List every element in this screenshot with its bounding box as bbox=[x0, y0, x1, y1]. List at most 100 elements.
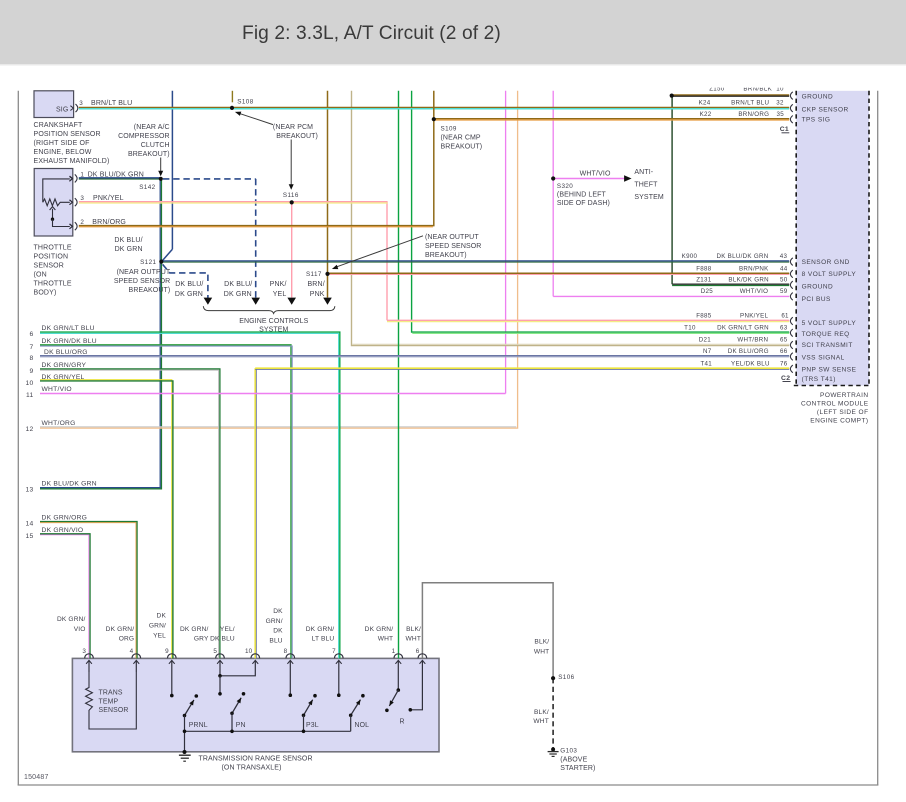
svg-text:PCI BUS: PCI BUS bbox=[802, 296, 831, 303]
svg-text:CRANKSHAFT: CRANKSHAFT bbox=[34, 122, 84, 129]
svg-text:GROUND: GROUND bbox=[802, 283, 834, 290]
svg-text:(TRS T41): (TRS T41) bbox=[802, 376, 836, 383]
svg-text:TPS SIG: TPS SIG bbox=[802, 116, 831, 123]
svg-text:WHT/VIO: WHT/VIO bbox=[42, 386, 72, 393]
svg-text:BREAKOUT): BREAKOUT) bbox=[129, 287, 171, 294]
svg-text:3: 3 bbox=[82, 648, 86, 655]
svg-text:65: 65 bbox=[780, 337, 788, 344]
svg-text:Z131: Z131 bbox=[696, 277, 712, 284]
svg-text:66: 66 bbox=[780, 348, 788, 355]
svg-text:DK: DK bbox=[157, 613, 167, 620]
svg-text:TORQUE REQ: TORQUE REQ bbox=[802, 331, 850, 338]
svg-text:GRN/: GRN/ bbox=[266, 618, 283, 625]
svg-text:BLK/: BLK/ bbox=[534, 639, 549, 646]
svg-text:15: 15 bbox=[26, 533, 34, 540]
svg-text:D21: D21 bbox=[699, 337, 712, 344]
svg-text:1: 1 bbox=[392, 648, 396, 655]
svg-text:S116: S116 bbox=[283, 192, 299, 199]
svg-text:DK GRN/: DK GRN/ bbox=[365, 626, 394, 633]
svg-text:DK BLU: DK BLU bbox=[210, 636, 235, 643]
svg-text:1: 1 bbox=[80, 171, 84, 178]
svg-text:3: 3 bbox=[79, 100, 83, 107]
svg-text:DK GRN/: DK GRN/ bbox=[106, 626, 135, 633]
svg-text:DK BLU/DK GRN: DK BLU/DK GRN bbox=[42, 481, 97, 488]
svg-text:ORG: ORG bbox=[119, 636, 134, 643]
svg-text:BREAKOUT): BREAKOUT) bbox=[441, 144, 483, 151]
svg-text:(NEAR OUTPUT: (NEAR OUTPUT bbox=[117, 269, 171, 276]
svg-text:SIG: SIG bbox=[56, 106, 69, 113]
svg-text:DK GRN/YEL: DK GRN/YEL bbox=[42, 374, 85, 381]
svg-text:YEL: YEL bbox=[273, 291, 287, 298]
svg-text:9: 9 bbox=[165, 648, 169, 655]
svg-text:PNP SW SENSE: PNP SW SENSE bbox=[802, 366, 857, 373]
svg-text:DK GRN: DK GRN bbox=[175, 291, 203, 298]
svg-text:BRN/LT BLU: BRN/LT BLU bbox=[91, 100, 132, 107]
svg-text:10: 10 bbox=[26, 380, 34, 387]
svg-text:13: 13 bbox=[26, 487, 34, 494]
svg-text:S320: S320 bbox=[557, 183, 573, 190]
svg-text:6: 6 bbox=[30, 331, 34, 338]
svg-text:TRANS: TRANS bbox=[99, 690, 123, 697]
svg-text:(ON: (ON bbox=[34, 271, 47, 278]
svg-text:4: 4 bbox=[130, 648, 134, 655]
svg-text:11: 11 bbox=[26, 392, 33, 399]
svg-text:6: 6 bbox=[416, 648, 420, 655]
svg-text:DK BLU/ORG: DK BLU/ORG bbox=[44, 349, 88, 356]
svg-text:BREAKOUT): BREAKOUT) bbox=[425, 252, 467, 259]
svg-text:S121: S121 bbox=[140, 259, 156, 266]
svg-text:DK GRN/: DK GRN/ bbox=[306, 626, 335, 633]
svg-text:SCI TRANSMIT: SCI TRANSMIT bbox=[802, 342, 853, 349]
svg-text:C1: C1 bbox=[780, 126, 789, 133]
svg-text:76: 76 bbox=[780, 361, 788, 368]
svg-text:5: 5 bbox=[213, 648, 217, 655]
svg-text:VIO: VIO bbox=[74, 626, 86, 633]
svg-text:K22: K22 bbox=[700, 111, 712, 118]
svg-text:THROTTLE: THROTTLE bbox=[34, 244, 72, 251]
svg-text:DK GRN/GRY: DK GRN/GRY bbox=[42, 362, 87, 369]
svg-text:BRN/PNK: BRN/PNK bbox=[739, 266, 769, 273]
svg-text:TRANSMISSION RANGE SENSOR: TRANSMISSION RANGE SENSOR bbox=[199, 755, 313, 762]
svg-text:T41: T41 bbox=[700, 361, 712, 368]
svg-text:ENGINE CONTROLS: ENGINE CONTROLS bbox=[239, 318, 308, 325]
svg-text:S142: S142 bbox=[139, 184, 155, 191]
svg-text:PNK/YEL: PNK/YEL bbox=[93, 195, 124, 202]
svg-text:DK GRN/VIO: DK GRN/VIO bbox=[42, 527, 84, 534]
svg-text:D25: D25 bbox=[701, 288, 714, 295]
svg-text:BODY): BODY) bbox=[34, 289, 57, 296]
svg-text:63: 63 bbox=[780, 324, 788, 331]
svg-text:K24: K24 bbox=[699, 100, 711, 107]
svg-text:PRNL: PRNL bbox=[189, 722, 208, 729]
svg-text:9: 9 bbox=[30, 368, 34, 375]
svg-text:DK BLU/: DK BLU/ bbox=[224, 281, 252, 288]
svg-text:N7: N7 bbox=[703, 348, 712, 355]
svg-text:WHT/ORG: WHT/ORG bbox=[42, 420, 76, 427]
svg-text:DK BLU/DK GRN: DK BLU/DK GRN bbox=[716, 253, 768, 260]
svg-text:BLK/DK GRN: BLK/DK GRN bbox=[728, 277, 768, 284]
svg-text:DK BLU/: DK BLU/ bbox=[175, 281, 203, 288]
svg-text:DK GRN/ORG: DK GRN/ORG bbox=[42, 515, 88, 522]
svg-text:(BEHIND LEFT: (BEHIND LEFT bbox=[557, 192, 607, 199]
svg-text:14: 14 bbox=[26, 521, 34, 528]
svg-text:R: R bbox=[400, 719, 405, 726]
svg-text:NOL: NOL bbox=[355, 722, 370, 729]
svg-text:VSS SIGNAL: VSS SIGNAL bbox=[802, 355, 845, 362]
svg-text:DK: DK bbox=[273, 608, 283, 615]
svg-text:PNK/YEL: PNK/YEL bbox=[740, 313, 768, 320]
svg-text:BLU: BLU bbox=[269, 638, 282, 645]
svg-text:3: 3 bbox=[80, 195, 84, 202]
svg-text:7: 7 bbox=[30, 344, 34, 351]
svg-text:2: 2 bbox=[80, 219, 84, 226]
svg-text:PN: PN bbox=[236, 722, 246, 729]
svg-text:POWERTRAIN: POWERTRAIN bbox=[820, 392, 868, 399]
svg-text:61: 61 bbox=[781, 313, 789, 320]
svg-text:(NEAR A/C: (NEAR A/C bbox=[134, 124, 170, 131]
svg-text:8: 8 bbox=[30, 355, 34, 362]
svg-text:YEL: YEL bbox=[153, 632, 166, 639]
svg-text:SENSOR GND: SENSOR GND bbox=[802, 259, 850, 266]
svg-text:WHT: WHT bbox=[534, 648, 549, 655]
svg-text:5 VOLT SUPPLY: 5 VOLT SUPPLY bbox=[802, 320, 857, 327]
svg-text:THROTTLE: THROTTLE bbox=[34, 280, 72, 287]
svg-text:(ON TRANSAXLE): (ON TRANSAXLE) bbox=[222, 765, 282, 772]
svg-text:WHT: WHT bbox=[406, 636, 421, 643]
svg-text:GRN/: GRN/ bbox=[149, 623, 166, 630]
